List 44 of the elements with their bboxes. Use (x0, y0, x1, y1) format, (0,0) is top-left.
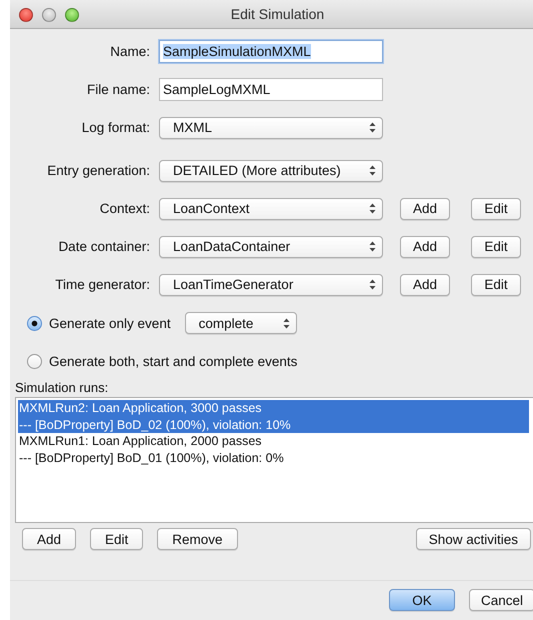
list-button[interactable]: Remove (157, 528, 238, 550)
radio-button[interactable] (27, 316, 42, 330)
list-item[interactable]: MXMLRun2: Loan Application, 3000 passes --- [BoDProperty] BoD_02 (100%), violation: 10% (18, 400, 529, 433)
field-label: Date container: (57, 239, 151, 254)
form-button[interactable]: Edit (471, 274, 521, 296)
form-button[interactable]: Add (400, 236, 450, 258)
text-field[interactable]: SampleSimulationMXML (159, 40, 383, 63)
form-button[interactable]: Add (400, 198, 450, 220)
dropdown[interactable]: LoanContext (159, 198, 383, 220)
stepper-arrows-icon (369, 122, 376, 133)
show-activities-button[interactable]: Show activities (416, 528, 531, 550)
dropdown[interactable]: MXML (159, 116, 383, 138)
dropdown[interactable]: LoanDataContainer (159, 236, 383, 258)
field-label: Name: (109, 44, 151, 59)
window-title: Edit Simulation (230, 6, 324, 22)
form-button[interactable]: Edit (471, 236, 521, 258)
text-field[interactable]: SampleLogMXML (159, 78, 383, 101)
zoom-icon[interactable] (65, 8, 79, 22)
field-label: Context: (98, 201, 151, 216)
field-label: Entry generation: (46, 163, 151, 178)
dialog-button[interactable]: OK (389, 589, 455, 611)
radio-button[interactable] (27, 354, 42, 368)
field-label: Time generator: (54, 277, 151, 292)
minimize-icon[interactable] (42, 8, 56, 22)
dialog-button[interactable]: Cancel (469, 589, 533, 611)
radio-label: Generate both, start and complete events (49, 354, 298, 368)
list-item[interactable]: MXMLRun1: Loan Application, 2000 passes --- [BoDProperty] BoD_01 (100%), violation: 0% (18, 433, 529, 466)
field-label: Log format: (80, 120, 151, 135)
stepper-arrows-icon (282, 318, 290, 328)
list-button[interactable]: Edit (90, 528, 144, 550)
form-button[interactable]: Edit (471, 198, 521, 220)
form-button[interactable]: Add (400, 274, 450, 296)
dropdown[interactable]: DETAILED (More attributes) (159, 160, 383, 182)
dropdown[interactable]: complete (184, 312, 297, 334)
field-label: File name: (86, 82, 151, 97)
stepper-arrows-icon (369, 241, 376, 252)
stepper-arrows-icon (369, 203, 376, 214)
list-button[interactable]: Add (22, 528, 76, 550)
section-label: Simulation runs: (15, 380, 110, 395)
dropdown[interactable]: LoanTimeGenerator (159, 274, 383, 296)
radio-label: Generate only event (49, 316, 171, 330)
close-icon[interactable] (19, 8, 33, 22)
stepper-arrows-icon (369, 165, 376, 176)
stepper-arrows-icon (369, 279, 376, 290)
